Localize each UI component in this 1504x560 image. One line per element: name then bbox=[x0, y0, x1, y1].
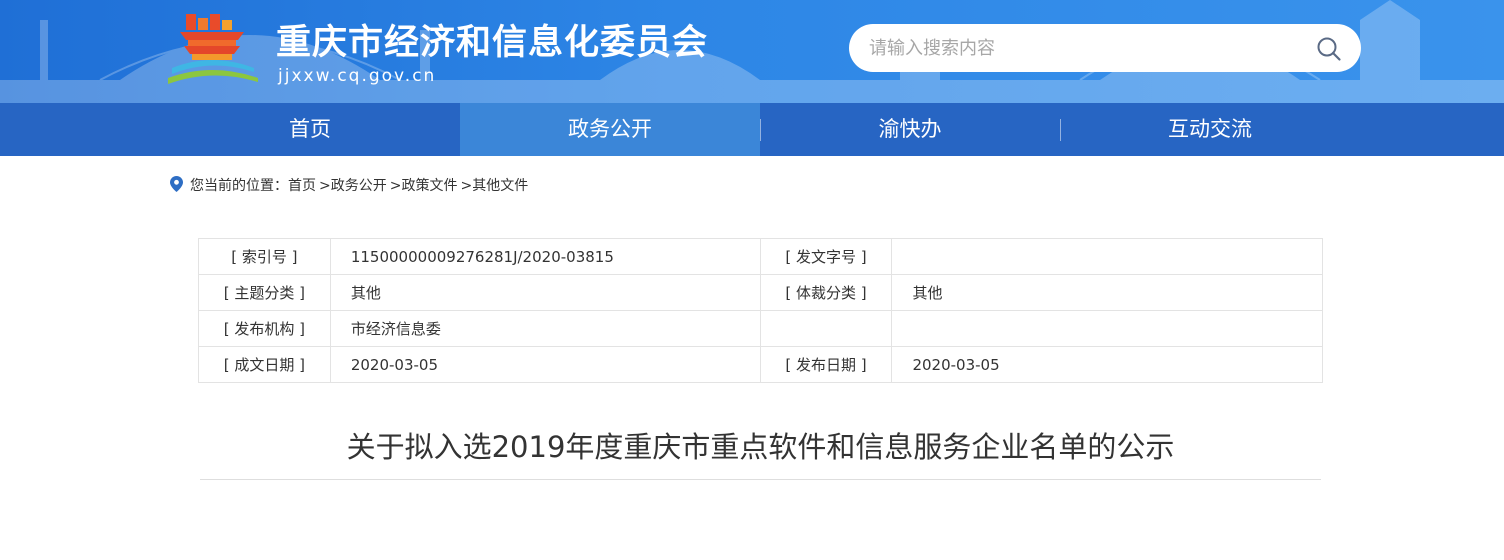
written-date-value: 2020-03-05 bbox=[329, 346, 761, 383]
site-domain: jjxxw.cq.gov.cn bbox=[278, 66, 437, 86]
table-row: [ 发布机构 ] 市经济信息委 bbox=[198, 310, 1323, 347]
issuing-agency-value: 市经济信息委 bbox=[329, 310, 761, 347]
genre-category-value: 其他 bbox=[891, 274, 1323, 311]
index-number-value: 11500000009276281J/2020-03815 bbox=[329, 238, 761, 275]
breadcrumb-prefix: 您当前的位置： bbox=[190, 178, 288, 194]
search-box bbox=[849, 24, 1361, 72]
nav-item-interaction[interactable]: 互动交流 bbox=[1060, 103, 1360, 156]
nav-item-home[interactable]: 首页 bbox=[160, 103, 460, 156]
nav-item-government-affairs[interactable]: 政务公开 bbox=[460, 103, 760, 156]
title-divider bbox=[200, 479, 1321, 480]
document-info-table: [ 索引号 ] 11500000009276281J/2020-03815 [ … bbox=[198, 238, 1323, 383]
document-number-value bbox=[891, 238, 1323, 275]
breadcrumb-item-government-affairs[interactable]: >政务公开 bbox=[319, 178, 387, 194]
table-row: [ 成文日期 ] 2020-03-05 [ 发布日期 ] 2020-03-05 bbox=[198, 346, 1323, 383]
breadcrumb: 您当前的位置：首页 >政务公开 >政策文件 >其他文件 bbox=[190, 175, 531, 195]
document-title: 关于拟入选2019年度重庆市重点软件和信息服务企业名单的公示 bbox=[346, 430, 1175, 464]
genre-category-label: [ 体裁分类 ] bbox=[759, 274, 893, 311]
temple-emblem-icon bbox=[168, 14, 258, 84]
breadcrumb-item-policy-documents[interactable]: >政策文件 bbox=[390, 178, 458, 194]
issuing-agency-label: [ 发布机构 ] bbox=[198, 310, 331, 347]
document-number-label: [ 发文字号 ] bbox=[759, 238, 893, 275]
empty-label bbox=[759, 310, 893, 347]
publish-date-value: 2020-03-05 bbox=[891, 346, 1323, 383]
search-input[interactable] bbox=[869, 24, 1299, 72]
subject-category-label: [ 主题分类 ] bbox=[198, 274, 331, 311]
subject-category-value: 其他 bbox=[329, 274, 761, 311]
table-row: [ 主题分类 ] 其他 [ 体裁分类 ] 其他 bbox=[198, 274, 1323, 311]
breadcrumb-item-home[interactable]: 首页 bbox=[288, 178, 316, 194]
empty-value bbox=[891, 310, 1323, 347]
publish-date-label: [ 发布日期 ] bbox=[759, 346, 893, 383]
nav-item-yukuaiban[interactable]: 渝快办 bbox=[760, 103, 1060, 156]
table-row: [ 索引号 ] 11500000009276281J/2020-03815 [ … bbox=[198, 238, 1323, 275]
main-nav: 首页 政务公开 渝快办 互动交流 bbox=[0, 103, 1504, 156]
site-title: 重庆市经济和信息化委员会 bbox=[276, 23, 709, 63]
written-date-label: [ 成文日期 ] bbox=[198, 346, 331, 383]
breadcrumb-item-other-documents[interactable]: >其他文件 bbox=[460, 178, 528, 194]
index-number-label: [ 索引号 ] bbox=[198, 238, 331, 275]
search-icon[interactable] bbox=[1316, 36, 1342, 62]
location-pin-icon bbox=[170, 176, 183, 192]
site-header: 重庆市经济和信息化委员会 jjxxw.cq.gov.cn bbox=[0, 0, 1504, 103]
